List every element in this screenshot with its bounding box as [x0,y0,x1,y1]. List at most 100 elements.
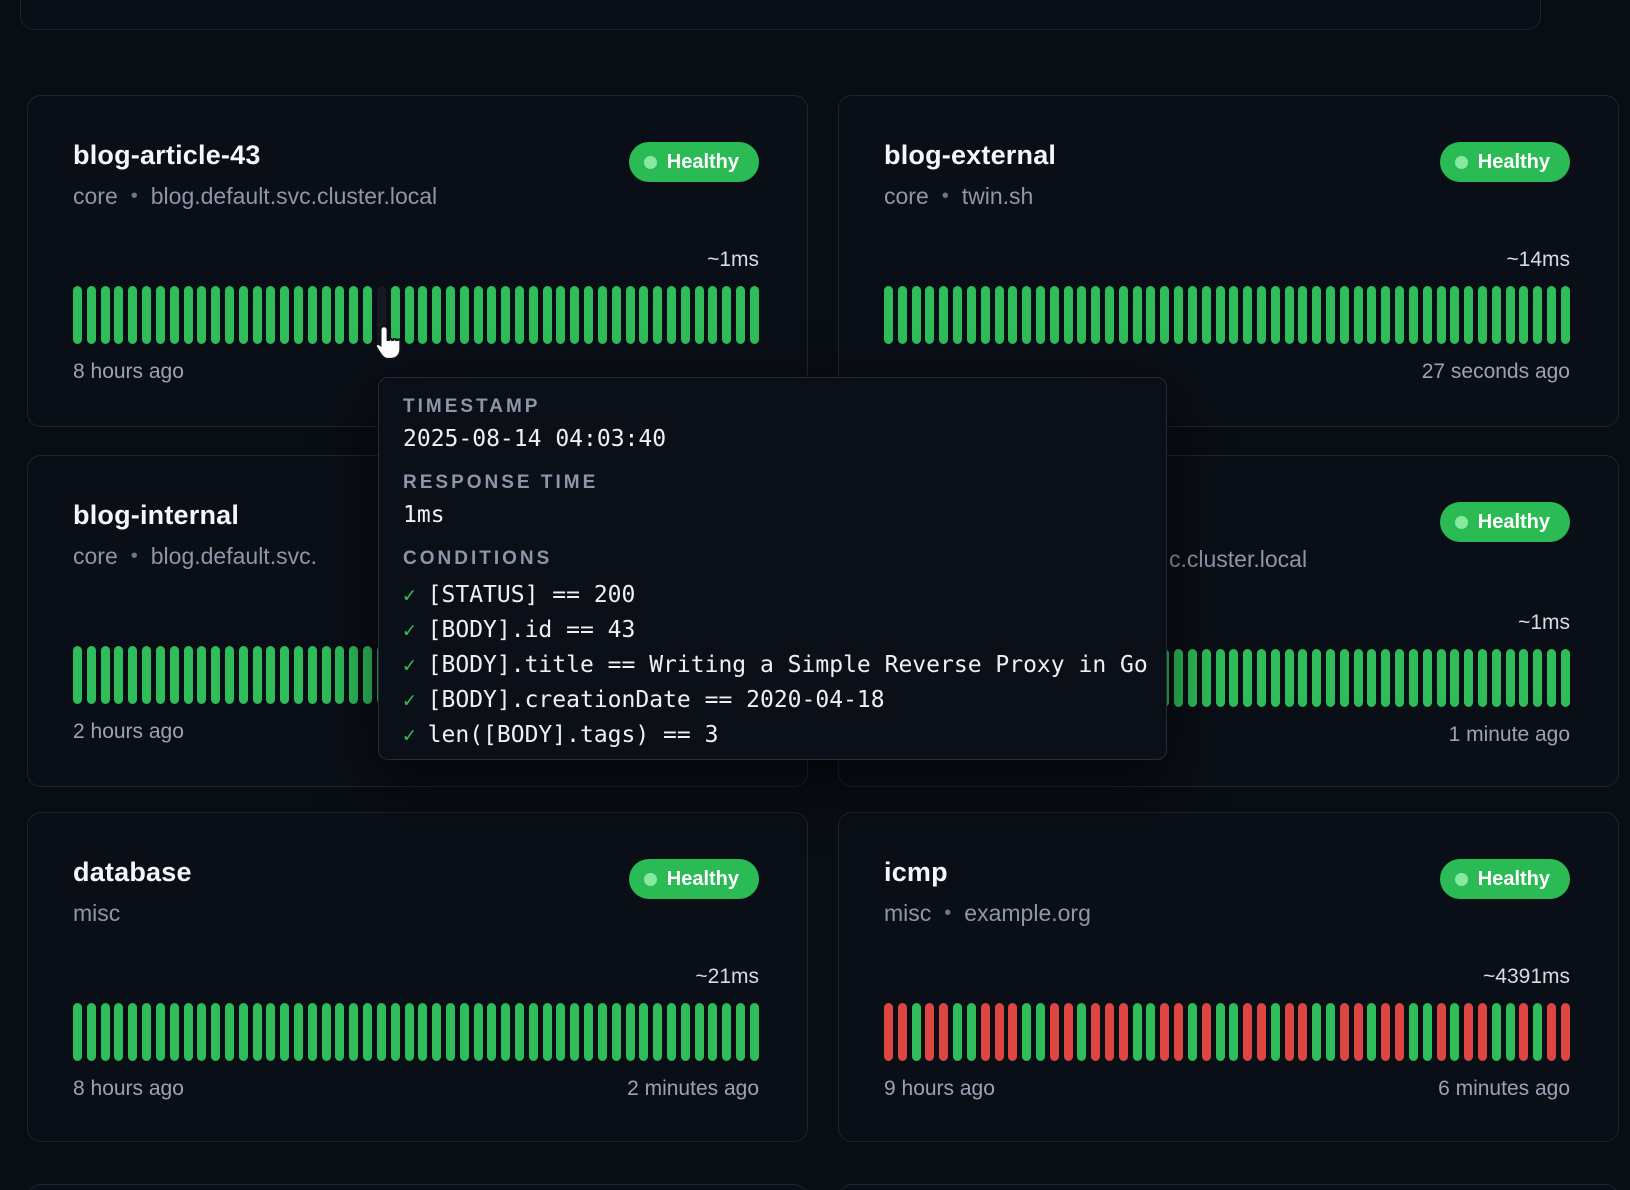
history-bar[interactable] [570,286,579,344]
history-bar[interactable] [474,286,483,344]
history-bar[interactable] [912,1003,921,1061]
history-bar[interactable] [308,646,317,704]
history-bar[interactable] [156,1003,165,1061]
history-bar[interactable] [1243,1003,1252,1061]
history-bar[interactable] [280,286,289,344]
history-bar[interactable] [1285,649,1294,707]
history-bar[interactable] [114,286,123,344]
history-bar[interactable] [1202,1003,1211,1061]
history-bar[interactable] [556,1003,565,1061]
history-bar[interactable] [377,1003,386,1061]
history-bar[interactable] [708,1003,717,1061]
history-bar[interactable] [570,1003,579,1061]
history-bar[interactable] [170,1003,179,1061]
history-bar[interactable] [1492,286,1501,344]
history-bar[interactable] [1340,649,1349,707]
history-bar[interactable] [322,646,331,704]
history-bar[interactable] [405,1003,414,1061]
history-bar[interactable] [598,286,607,344]
history-bar[interactable] [515,286,524,344]
history-bar[interactable] [1450,1003,1459,1061]
history-bar[interactable] [898,286,907,344]
history-bar[interactable] [460,286,469,344]
history-bar[interactable] [211,286,220,344]
history-bar[interactable] [349,286,358,344]
history-bar[interactable] [1216,649,1225,707]
history-bar[interactable] [1423,649,1432,707]
history-bar[interactable] [170,286,179,344]
history-bar[interactable] [681,1003,690,1061]
history-bar[interactable] [667,1003,676,1061]
history-bar[interactable] [750,286,759,344]
history-bar[interactable] [1202,649,1211,707]
history-bar[interactable] [1050,1003,1059,1061]
history-bar[interactable] [1367,1003,1376,1061]
history-bar[interactable] [722,1003,731,1061]
history-bar[interactable] [1547,649,1556,707]
history-bar[interactable] [225,286,234,344]
history-bar[interactable] [156,286,165,344]
history-bar[interactable] [1091,286,1100,344]
history-bar[interactable] [1506,286,1515,344]
service-card-icmp[interactable]: icmp misc • example.org Healthy ~4391ms … [838,812,1619,1142]
history-bar[interactable] [981,1003,990,1061]
history-bar[interactable] [1298,286,1307,344]
history-bar[interactable] [1395,649,1404,707]
history-bar[interactable] [349,646,358,704]
history-bar[interactable] [1271,649,1280,707]
history-bar[interactable] [639,1003,648,1061]
history-bar[interactable] [184,286,193,344]
history-bar[interactable] [1188,649,1197,707]
history-bar[interactable] [128,1003,137,1061]
history-bar[interactable] [432,1003,441,1061]
history-bar[interactable] [156,646,165,704]
history-bar[interactable] [1298,1003,1307,1061]
history-bar[interactable] [1409,1003,1418,1061]
history-bar[interactable] [681,286,690,344]
history-bar[interactable] [1519,1003,1528,1061]
history-bar[interactable] [529,1003,538,1061]
history-bar[interactable] [363,1003,372,1061]
history-bar[interactable] [543,286,552,344]
history-bar[interactable] [73,646,82,704]
history-bar[interactable] [184,646,193,704]
history-bar[interactable] [708,286,717,344]
history-bar[interactable] [211,646,220,704]
history-bar[interactable] [1312,649,1321,707]
history-bar[interactable] [1146,286,1155,344]
history-bar[interactable] [73,286,82,344]
history-bar[interactable] [1008,1003,1017,1061]
history-bar[interactable] [1437,286,1446,344]
history-bar[interactable] [1354,286,1363,344]
service-card-database[interactable]: database misc Healthy ~21ms 8 hours ago … [27,812,808,1142]
history-bar[interactable] [1326,1003,1335,1061]
history-bar[interactable] [266,286,275,344]
history-bar[interactable] [142,1003,151,1061]
history-bar[interactable] [1561,649,1570,707]
history-bar[interactable] [736,1003,745,1061]
history-bar[interactable] [1271,1003,1280,1061]
history-bar[interactable] [1188,1003,1197,1061]
history-bar[interactable] [1326,649,1335,707]
history-bar[interactable] [1395,1003,1404,1061]
history-bar[interactable] [239,286,248,344]
history-bar[interactable] [1354,649,1363,707]
history-bar[interactable] [1450,649,1459,707]
history-bar[interactable] [1022,286,1031,344]
history-bar[interactable] [612,1003,621,1061]
history-bar[interactable] [1437,1003,1446,1061]
history-bar[interactable] [1561,286,1570,344]
history-bar[interactable] [1340,286,1349,344]
history-bar[interactable] [432,286,441,344]
history-bar[interactable] [280,646,289,704]
history-bar[interactable] [1257,649,1266,707]
history-bar[interactable] [1216,286,1225,344]
history-bar[interactable] [584,286,593,344]
history-bar[interactable] [322,1003,331,1061]
history-bar[interactable] [1464,286,1473,344]
history-bar[interactable] [695,286,704,344]
history-bar[interactable] [1188,286,1197,344]
history-bar[interactable] [294,1003,303,1061]
history-bar[interactable] [912,286,921,344]
history-bar[interactable] [584,1003,593,1061]
